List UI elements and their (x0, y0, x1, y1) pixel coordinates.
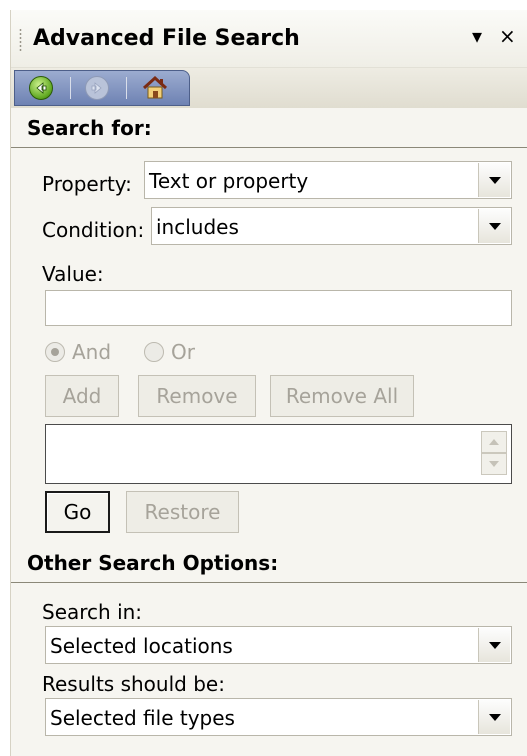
or-radio[interactable] (144, 342, 164, 362)
criteria-list[interactable] (45, 424, 512, 484)
add-button[interactable]: Add (45, 375, 119, 417)
condition-label: Condition: (42, 218, 145, 242)
nav-separator (70, 77, 71, 99)
other-search-options-heading: Other Search Options: (11, 551, 527, 583)
nav-toolbar (11, 68, 527, 108)
results-label: Results should be: (42, 672, 225, 696)
forward-arrow-icon[interactable] (85, 76, 109, 100)
results-type-dropdown[interactable]: Selected file types (45, 698, 512, 736)
results-type-dropdown-value: Selected file types (50, 706, 235, 730)
home-icon[interactable] (141, 75, 169, 101)
nav-tab (14, 70, 190, 106)
value-input[interactable] (45, 290, 512, 326)
go-button[interactable]: Go (45, 491, 110, 533)
search-in-dropdown-value: Selected locations (50, 634, 233, 658)
value-label: Value: (42, 262, 104, 286)
chevron-down-icon[interactable] (478, 163, 510, 197)
and-radio-label: And (72, 340, 112, 364)
search-in-dropdown[interactable]: Selected locations (45, 626, 512, 664)
property-dropdown[interactable]: Text or property (144, 161, 512, 199)
condition-dropdown-value: includes (156, 215, 239, 239)
task-pane-titlebar[interactable]: Advanced File Search ▾ × (11, 10, 527, 68)
pane-title: Advanced File Search (33, 26, 300, 51)
drag-grip-icon[interactable] (19, 28, 22, 52)
restore-button[interactable]: Restore (126, 491, 239, 533)
search-for-heading: Search for: (11, 116, 527, 148)
remove-button[interactable]: Remove (138, 375, 256, 417)
scroll-down-icon[interactable] (481, 453, 507, 475)
chevron-down-icon[interactable] (478, 628, 510, 662)
property-label: Property: (42, 172, 132, 196)
property-dropdown-value: Text or property (149, 169, 309, 193)
and-radio[interactable] (45, 342, 65, 362)
close-pane-button[interactable]: × (499, 24, 516, 48)
scroll-up-icon[interactable] (481, 431, 507, 453)
condition-dropdown[interactable]: includes (151, 207, 512, 245)
nav-separator (126, 77, 127, 99)
remove-all-button[interactable]: Remove All (270, 375, 414, 417)
search-in-label: Search in: (42, 600, 143, 624)
chevron-down-icon[interactable] (478, 209, 510, 243)
pane-menu-button[interactable]: ▾ (472, 24, 482, 48)
chevron-down-icon[interactable] (478, 700, 510, 734)
or-radio-label: Or (171, 340, 195, 364)
back-arrow-icon[interactable] (29, 76, 53, 100)
task-pane: Advanced File Search ▾ × Search for: Pro… (10, 10, 527, 756)
